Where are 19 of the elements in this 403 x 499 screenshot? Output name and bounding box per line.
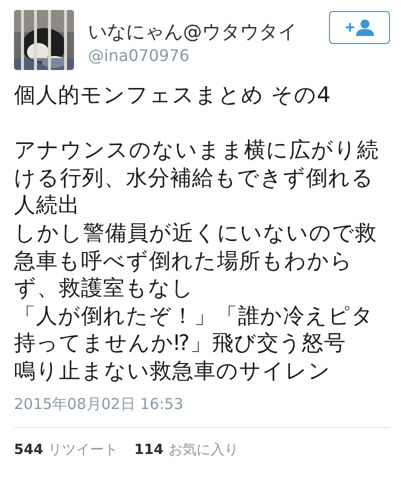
tweet-text-line: しかし警備員が近くにいないので救 bbox=[14, 220, 378, 248]
tweet-text-line: 急車も呼べず倒れた場所もわから bbox=[14, 248, 354, 276]
person-icon bbox=[356, 19, 374, 36]
tweet-text-line: 鳴り止まない救急車のサイレン bbox=[14, 358, 332, 386]
author-handle: @ina070976 bbox=[88, 45, 190, 67]
tweet-text-line: ける行列、水分補給もできず倒れる bbox=[14, 164, 375, 192]
stat-count: 114 bbox=[134, 442, 164, 458]
tweet-text-line: ず、救護室もなし bbox=[14, 275, 195, 303]
tweet-text-line: 個人的モンフェスまとめ その4 bbox=[14, 82, 332, 110]
stat-label: お気に入り bbox=[168, 442, 238, 458]
tweet-text-line: アナウンスのないまま横に広がり続 bbox=[14, 137, 380, 165]
stat-label: リツイート bbox=[48, 442, 118, 458]
tweet-text-line: 持ってませんか⁉」飛び交う怒号 bbox=[14, 330, 347, 358]
follow-button[interactable]: + bbox=[329, 11, 390, 44]
stat-count: 544 bbox=[14, 442, 44, 458]
tweet-text-line: 「人が倒れたぞ！」「誰か冷えピタ bbox=[14, 302, 375, 330]
timestamp: 2015年08月02日 16:53 bbox=[14, 394, 184, 414]
tweet-text-line: 人続出 bbox=[14, 192, 81, 220]
author-name: いなにゃん@ウタウタイ bbox=[88, 20, 298, 44]
